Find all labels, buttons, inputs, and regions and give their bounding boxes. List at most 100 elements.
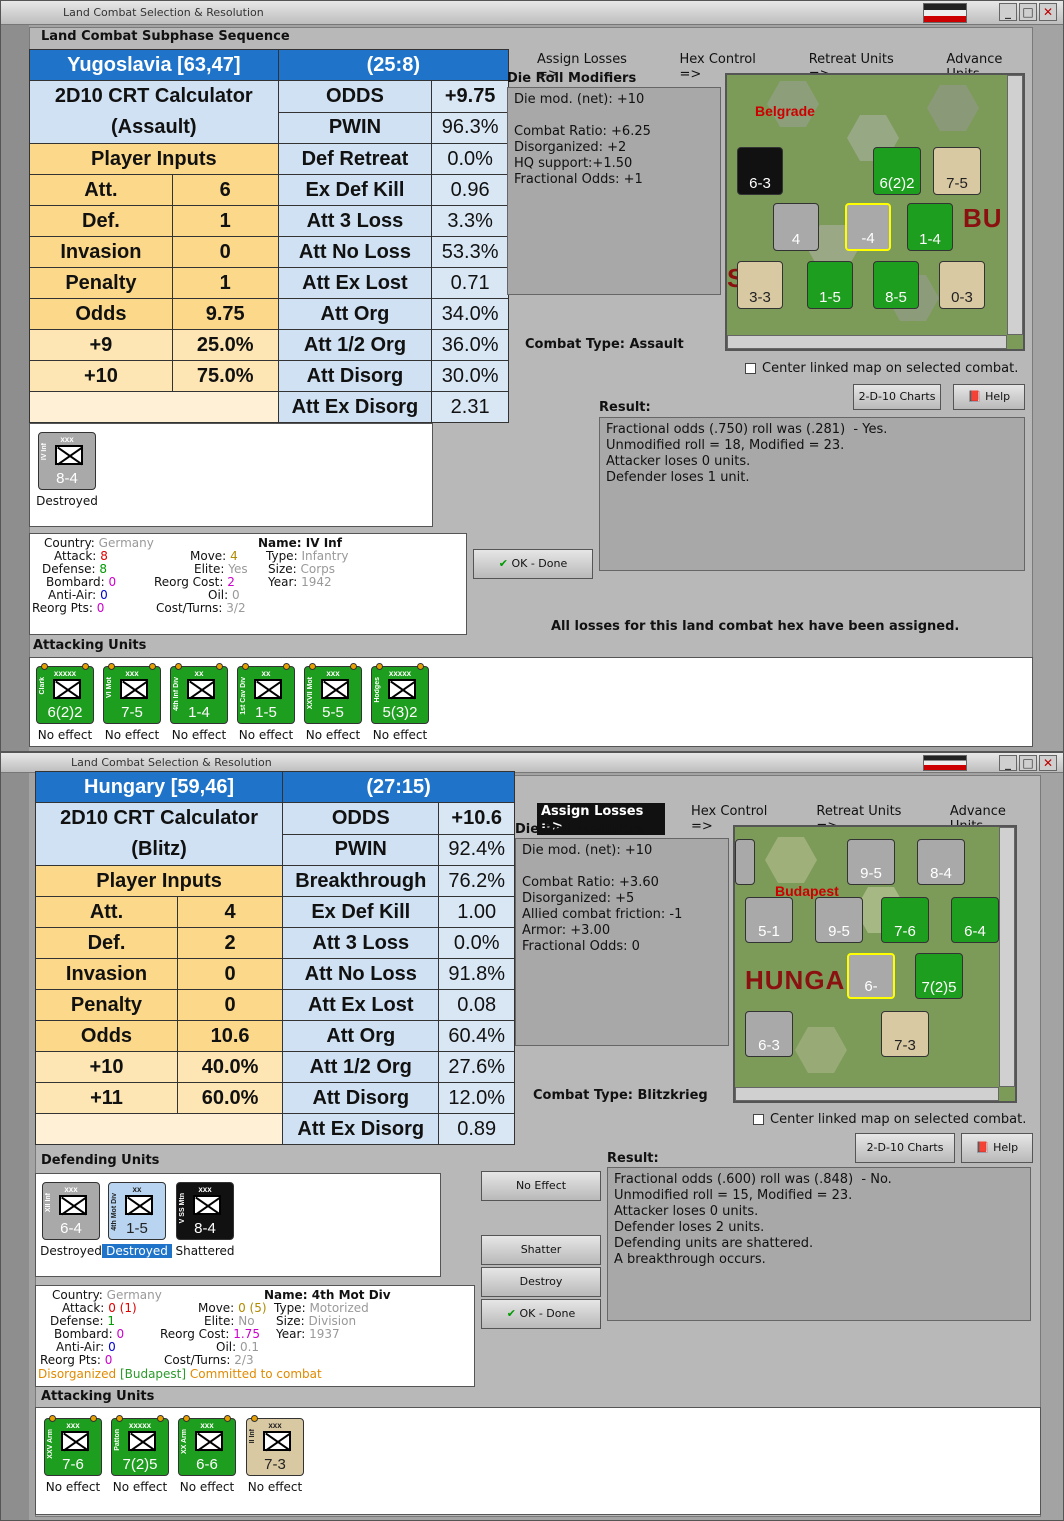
unit-counter[interactable]: xx 4th Inf Div 1-4 <box>170 663 228 724</box>
attacking-units-label: Attacking Units <box>33 638 147 653</box>
info-value: Motorized <box>309 1301 369 1315</box>
input-value[interactable]: 6 <box>171 174 279 206</box>
input-value[interactable]: 1 <box>171 205 279 237</box>
center-map-checkbox[interactable] <box>745 363 756 374</box>
map-unit[interactable] <box>735 839 755 885</box>
result-value: 76.2% <box>438 865 515 897</box>
result-value: +9.75 <box>431 80 509 113</box>
input-value[interactable]: 4 <box>176 896 284 928</box>
map-unit[interactable]: 6-4 <box>951 897 999 943</box>
help-button[interactable]: 📕 Help <box>953 384 1025 410</box>
center-map-option[interactable]: Center linked map on selected combat. <box>753 1112 1026 1127</box>
result-label: Ex Def Kill <box>277 174 433 206</box>
map-unit[interactable]: 6-3 <box>737 147 783 195</box>
info-label: Cost/Turns: <box>156 601 223 615</box>
maximize-button[interactable]: □ <box>1019 755 1037 771</box>
odds-weight: 25.0% <box>171 329 279 361</box>
minimize-button[interactable]: _ <box>999 3 1017 21</box>
close-button[interactable]: ✕ <box>1039 3 1057 21</box>
shatter-button[interactable]: Shatter <box>481 1235 601 1265</box>
minimize-button[interactable]: _ <box>999 755 1017 771</box>
map-unit[interactable]: 6-3 <box>745 1011 793 1057</box>
calc-title: 2D10 CRT Calculator (Blitz) <box>34 802 284 866</box>
info-value: 1942 <box>301 575 332 589</box>
input-value[interactable]: 2 <box>176 927 284 959</box>
destroy-button[interactable]: Destroy <box>481 1267 601 1297</box>
map-unit[interactable]: 9-5 <box>847 839 895 885</box>
help-book-icon: 📕 <box>967 390 982 403</box>
map-unit[interactable]: 7-5 <box>933 147 981 195</box>
ok-done-button[interactable]: ✔ OK - Done <box>473 549 593 579</box>
crt-calculator: Yugoslavia [63,47] (25:8) 2D10 CRT Calcu… <box>29 49 510 423</box>
info-label: Year: <box>276 1327 306 1341</box>
map-horizontal-scrollbar[interactable] <box>727 335 1007 349</box>
ok-done-button[interactable]: ✔ OK - Done <box>481 1299 601 1329</box>
charts-button[interactable]: 2-D-10 Charts <box>853 384 941 410</box>
map-unit-selected[interactable]: 6- <box>847 953 895 999</box>
input-value[interactable]: 0 <box>176 958 284 990</box>
unit-counter[interactable]: xxx V SS Mtn 8-4 <box>176 1182 234 1240</box>
result-value: 1.00 <box>438 896 515 928</box>
maximize-button[interactable]: □ <box>1019 3 1037 21</box>
unit-counter[interactable]: xxx IV Inf 8-4 <box>38 432 96 490</box>
input-value[interactable]: 0 <box>176 989 284 1021</box>
unit-counter[interactable]: xxx XX Arm 6-6 <box>178 1415 236 1476</box>
result-value: 0.08 <box>438 989 515 1021</box>
result-label: Att Ex Lost <box>282 989 440 1021</box>
unit-counter[interactable]: xxx II Inf 7-3 <box>246 1415 304 1476</box>
unit-counter[interactable]: xx 4th Mot Div 1-5 <box>108 1182 166 1240</box>
map-unit-selected[interactable]: -4 <box>845 203 891 251</box>
unit-counter[interactable]: xxx XII Inf 6-4 <box>42 1182 100 1240</box>
all-losses-note: All losses for this land combat hex have… <box>551 619 960 634</box>
map-unit[interactable]: 0-3 <box>939 261 985 309</box>
unit-counter[interactable]: xxxxx Clark 6(2)2 <box>36 663 94 724</box>
unit-counter[interactable]: xxx XXVII Mot 5-5 <box>304 663 362 724</box>
unit-counter[interactable]: xx 1st Cav Div 1-5 <box>237 663 295 724</box>
input-value[interactable]: 1 <box>171 267 279 299</box>
unit-counter[interactable]: xxx VI Mot 7-5 <box>103 663 161 724</box>
map-unit[interactable]: 4 <box>773 203 819 251</box>
help-button[interactable]: 📕 Help <box>961 1133 1033 1163</box>
result-value: 30.0% <box>431 360 509 392</box>
result-label: Att Org <box>282 1020 440 1052</box>
input-value[interactable]: 0 <box>171 236 279 268</box>
close-button[interactable]: ✕ <box>1039 755 1057 771</box>
center-map-checkbox[interactable] <box>753 1114 764 1125</box>
info-value: 0.1 <box>239 1340 260 1354</box>
mini-map[interactable]: Belgrade BU S 6-3 6(2)2 7-5 4 -4 1-4 3-3… <box>725 73 1025 351</box>
center-map-option[interactable]: Center linked map on selected combat. <box>745 361 1018 376</box>
map-unit[interactable]: 7-3 <box>881 1011 929 1057</box>
unit-counter[interactable]: xxxxx Patton 7(2)5 <box>111 1415 169 1476</box>
map-unit[interactable]: 6(2)2 <box>873 147 921 195</box>
odds-weight: 75.0% <box>171 360 279 392</box>
map-unit[interactable]: 8-5 <box>873 261 919 309</box>
unit-name: Hodges <box>374 677 381 703</box>
map-unit[interactable]: 7-6 <box>881 897 929 943</box>
map-horizontal-scrollbar[interactable] <box>735 1087 999 1101</box>
odds-weight: 40.0% <box>176 1051 284 1083</box>
drm-title: Die Roll Modifiers <box>515 822 645 837</box>
map-unit[interactable]: 8-4 <box>917 839 965 885</box>
status-location: [Budapest] <box>119 1367 187 1381</box>
map-vertical-scrollbar[interactable] <box>999 827 1015 1087</box>
unit-counter[interactable]: xxx XXV Arm 7-6 <box>44 1415 102 1476</box>
no-effect-button[interactable]: No Effect <box>481 1171 601 1201</box>
charts-button[interactable]: 2-D-10 Charts <box>855 1133 955 1163</box>
defending-units-box: xxx XII Inf 6-4 Destroyed xx 4th Mot Div… <box>35 1173 441 1277</box>
info-value: 4 <box>230 549 238 563</box>
map-vertical-scrollbar[interactable] <box>1007 75 1023 335</box>
info-value: 0 <box>231 588 240 602</box>
unit-counter[interactable]: xxxxx Hodges 5(3)2 <box>371 663 429 724</box>
map-unit[interactable]: 3-3 <box>737 261 783 309</box>
map-unit[interactable]: 1-4 <box>907 203 953 251</box>
unit-strength: 5-5 <box>322 704 344 721</box>
map-unit[interactable]: 7(2)5 <box>915 953 963 999</box>
map-hex <box>765 837 817 883</box>
left-frame <box>1 773 29 1520</box>
mini-map[interactable]: Budapest HUNGA 9-5 8-4 5-1 9-5 7-6 6-4 6… <box>733 825 1017 1103</box>
result-label: PWIN <box>282 833 440 866</box>
map-unit[interactable]: 1-5 <box>807 261 853 309</box>
map-unit[interactable]: 5-1 <box>745 897 793 943</box>
input-label: Def. <box>35 927 178 959</box>
map-unit[interactable]: 9-5 <box>815 897 863 943</box>
